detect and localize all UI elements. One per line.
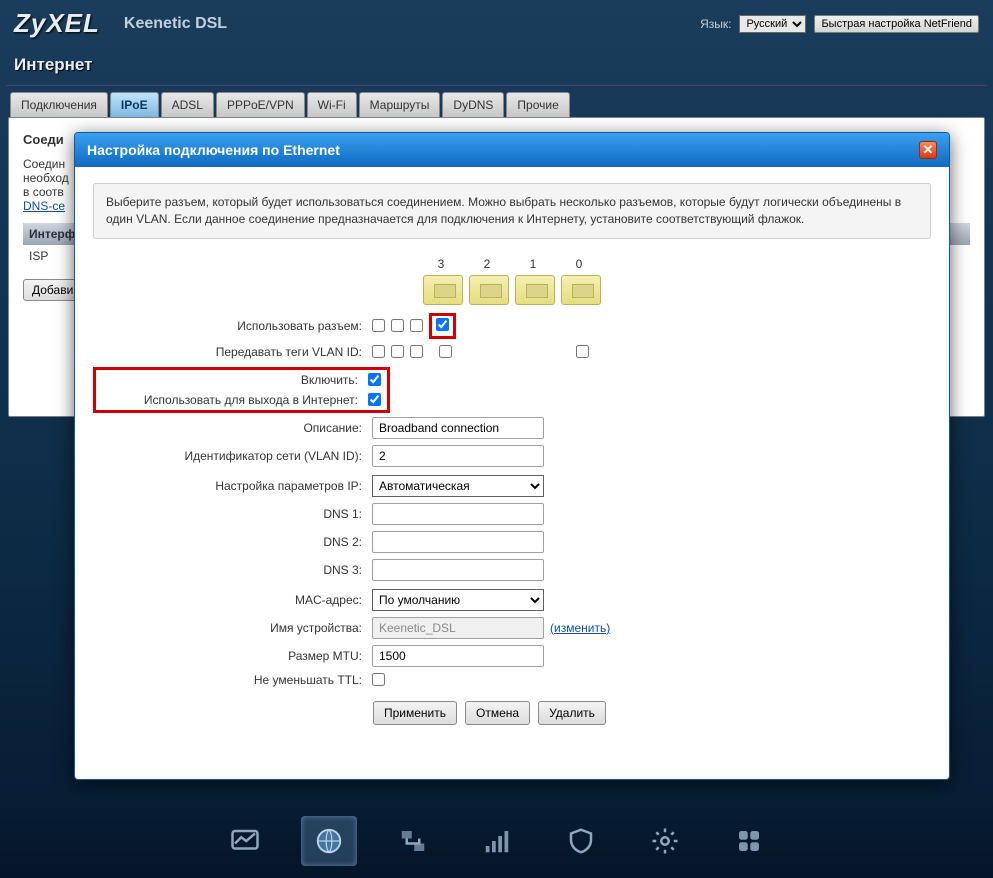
use-port-0-checkbox[interactable] xyxy=(436,318,449,331)
highlight-enable-block: Включить: Использовать для выхода в Инте… xyxy=(93,367,390,413)
help-text: Выберите разъем, который будет использов… xyxy=(93,183,931,239)
ethernet-port-icon xyxy=(561,275,601,305)
delete-button[interactable]: Удалить xyxy=(538,701,606,725)
ethernet-port-icon xyxy=(469,275,509,305)
label-use-internet: Использовать для выхода в Интернет: xyxy=(100,393,364,407)
vlan-tag-3-checkbox[interactable] xyxy=(372,345,385,358)
use-port-1-checkbox[interactable] xyxy=(410,319,423,332)
use-port-3-checkbox[interactable] xyxy=(372,319,385,332)
vlan-tag-extra-checkbox[interactable] xyxy=(576,345,589,358)
dock-apps[interactable] xyxy=(721,816,777,866)
dock-monitor[interactable] xyxy=(217,816,273,866)
dns1-input[interactable] xyxy=(372,503,544,525)
apps-icon xyxy=(732,826,766,856)
label-ttl: Не уменьшать TTL: xyxy=(93,673,368,687)
device-name-input xyxy=(372,617,544,639)
cancel-button[interactable]: Отмена xyxy=(465,701,530,725)
label-vlan-tags: Передавать теги VLAN ID: xyxy=(93,345,368,359)
ttl-checkbox[interactable] xyxy=(372,673,385,686)
ethernet-port-icon xyxy=(423,275,463,305)
label-description: Описание: xyxy=(93,421,368,435)
description-input[interactable] xyxy=(372,417,544,439)
highlight-port0 xyxy=(429,313,456,339)
modal-overlay: Настройка подключения по Ethernet ✕ Выбе… xyxy=(0,0,993,878)
apply-button[interactable]: Применить xyxy=(373,701,457,725)
vlan-tag-0-checkbox[interactable] xyxy=(439,345,452,358)
label-dns2: DNS 2: xyxy=(93,535,368,549)
use-internet-checkbox[interactable] xyxy=(368,393,381,406)
port-label-2: 2 xyxy=(475,257,499,271)
label-mtu: Размер MTU: xyxy=(93,649,368,663)
dock-internet[interactable] xyxy=(301,816,357,866)
use-port-2-checkbox[interactable] xyxy=(391,319,404,332)
modal-buttons: Применить Отмена Удалить xyxy=(93,701,931,725)
ip-config-select[interactable]: Автоматическая xyxy=(372,475,544,497)
monitor-icon xyxy=(228,826,262,856)
port-label-0: 0 xyxy=(567,257,591,271)
dock-wifi[interactable] xyxy=(469,816,525,866)
label-dns1: DNS 1: xyxy=(93,507,368,521)
ports-diagram: 3 2 1 0 xyxy=(93,257,931,305)
close-icon[interactable]: ✕ xyxy=(919,141,937,159)
label-mac: MAC-адрес: xyxy=(93,593,368,607)
vlan-id-input[interactable] xyxy=(372,445,544,467)
label-ip-config: Настройка параметров IP: xyxy=(93,479,368,493)
mac-select[interactable]: По умолчанию xyxy=(372,589,544,611)
dns2-input[interactable] xyxy=(372,531,544,553)
ethernet-port-icon xyxy=(515,275,555,305)
port-label-3: 3 xyxy=(429,257,453,271)
port-label-1: 1 xyxy=(521,257,545,271)
modal-title: Настройка подключения по Ethernet xyxy=(87,142,340,158)
vlan-tag-2-checkbox[interactable] xyxy=(391,345,404,358)
label-dns3: DNS 3: xyxy=(93,563,368,577)
network-icon xyxy=(396,826,430,856)
vlan-tag-1-checkbox[interactable] xyxy=(410,345,423,358)
dock-lan[interactable] xyxy=(385,816,441,866)
ethernet-modal: Настройка подключения по Ethernet ✕ Выбе… xyxy=(74,132,950,780)
label-vlan-id: Идентификатор сети (VLAN ID): xyxy=(93,449,368,463)
change-device-name-link[interactable]: (изменить) xyxy=(550,621,610,635)
dock-firewall[interactable] xyxy=(553,816,609,866)
enable-checkbox[interactable] xyxy=(368,373,381,386)
label-use-port: Использовать разъем: xyxy=(93,319,368,333)
dock-settings[interactable] xyxy=(637,816,693,866)
modal-body: Выберите разъем, который будет использов… xyxy=(75,167,949,779)
mtu-input[interactable] xyxy=(372,645,544,667)
modal-header: Настройка подключения по Ethernet ✕ xyxy=(75,133,949,167)
bottom-dock xyxy=(0,804,993,878)
label-enable: Включить: xyxy=(100,373,364,387)
gear-icon xyxy=(648,826,682,856)
label-device-name: Имя устройства: xyxy=(93,621,368,635)
globe-icon xyxy=(312,826,346,856)
dns3-input[interactable] xyxy=(372,559,544,581)
shield-icon xyxy=(564,826,598,856)
signal-icon xyxy=(480,826,514,856)
